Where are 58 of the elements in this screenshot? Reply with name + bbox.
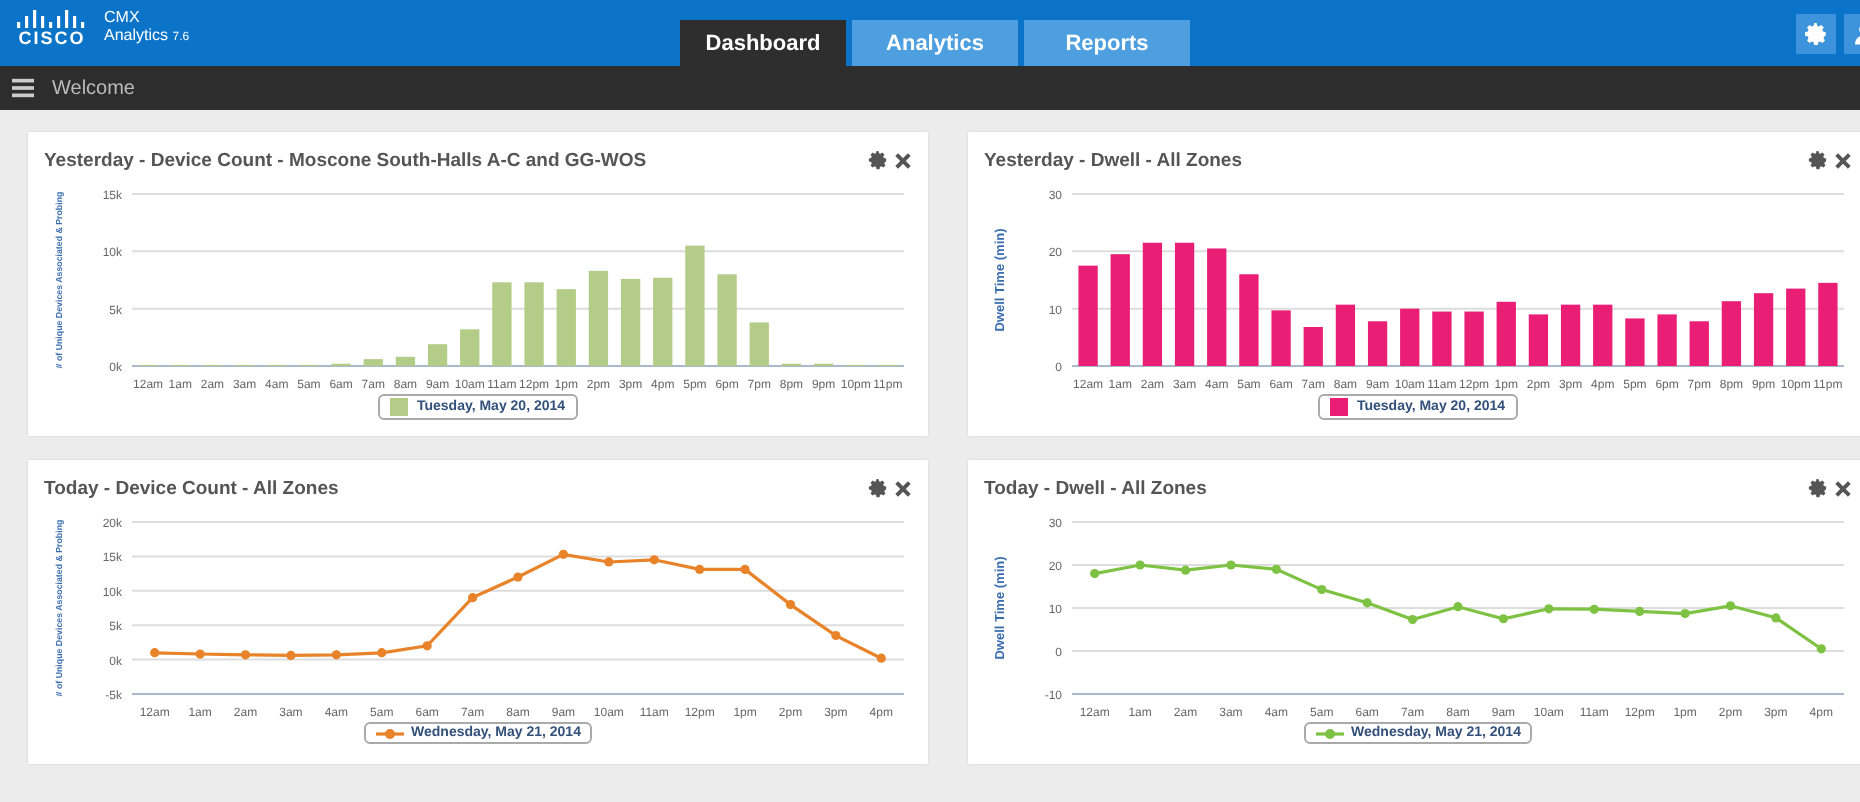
data-point [240, 650, 251, 660]
data-point [1408, 615, 1418, 625]
data-point [649, 555, 659, 565]
settings-icon[interactable] [868, 150, 888, 170]
data-point [1226, 560, 1236, 570]
data-point [286, 650, 296, 661]
data-point [604, 557, 614, 567]
nav-tab[interactable]: Dashboard [680, 20, 846, 66]
legend-swatch-icon [1315, 727, 1344, 739]
settings-icon [1804, 21, 1828, 45]
data-point [1771, 613, 1781, 623]
settings-icon[interactable] [1808, 150, 1828, 170]
page-title: Welcome [52, 77, 135, 99]
data-point [468, 593, 478, 603]
data-point [1498, 614, 1508, 624]
data-point [1816, 644, 1826, 654]
data-point [1180, 565, 1191, 575]
data-point [422, 641, 432, 651]
data-point [558, 549, 568, 559]
data-point [195, 649, 205, 659]
card-title: Today - Dwell - All Zones [984, 477, 1207, 499]
logo-bars-icon [16, 8, 88, 28]
settings-icon[interactable] [1808, 478, 1828, 498]
data-point [1453, 602, 1463, 612]
data-point [1271, 564, 1281, 574]
settings-button[interactable] [1796, 13, 1836, 53]
data-point [785, 599, 796, 610]
legend-swatch-icon [375, 727, 404, 739]
data-point [513, 572, 523, 582]
data-point [1725, 601, 1736, 611]
data-point [1589, 604, 1599, 614]
data-point [1635, 606, 1645, 617]
data-point [377, 648, 387, 658]
settings-icon[interactable] [868, 478, 888, 498]
data-point [1544, 604, 1554, 614]
close-icon[interactable] [894, 151, 912, 169]
product-name: CMX [104, 8, 142, 26]
menu-icon[interactable] [12, 78, 34, 98]
data-point [331, 650, 341, 660]
close-icon[interactable] [894, 479, 912, 497]
data-point [695, 564, 705, 575]
data-point [740, 564, 750, 575]
data-point [831, 630, 841, 641]
data-point [1135, 560, 1145, 570]
data-point [1317, 584, 1327, 595]
legend-swatch-icon [1330, 398, 1349, 416]
data-point [150, 648, 160, 658]
logo-text: CISCO [18, 28, 86, 48]
data-point [1362, 598, 1372, 608]
card-title: Yesterday - Dwell - All Zones [984, 149, 1242, 171]
close-icon[interactable] [1834, 479, 1852, 497]
legend-swatch-icon [390, 398, 409, 416]
data-point [1090, 569, 1100, 579]
card-title: Yesterday - Device Count - Moscone South-Halls A-C and GG-WOS [44, 149, 647, 171]
close-icon[interactable] [1834, 151, 1852, 169]
card-title: Today - Device Count - All Zones [44, 477, 339, 499]
data-point [1680, 609, 1690, 619]
data-point [876, 653, 886, 663]
